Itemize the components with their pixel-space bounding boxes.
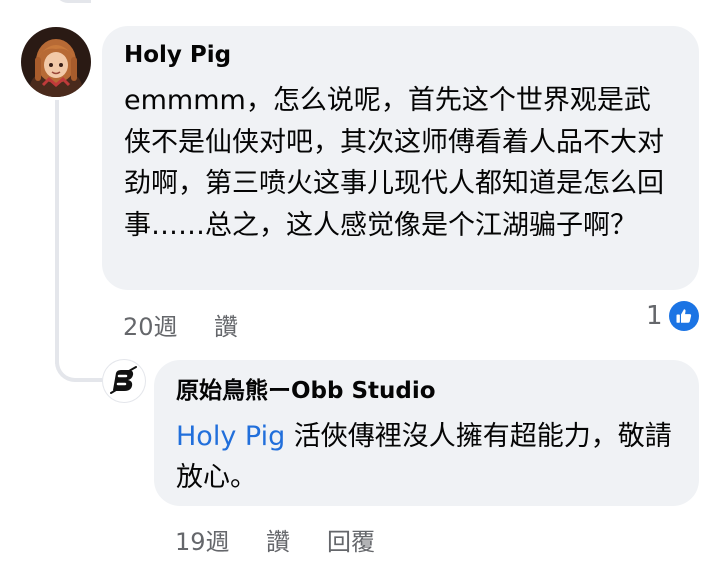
reply-avatar[interactable]	[102, 359, 146, 403]
reply-timestamp[interactable]: 19週	[175, 522, 230, 557]
thread-connector-curve	[55, 340, 103, 382]
comment-author[interactable]: Holy Pig	[124, 40, 677, 70]
comment-text: emmmm，怎么说呢，首先这个世界观是武侠不是仙侠对吧，其次这师傅看着人品不大对…	[124, 85, 664, 241]
profile-picture-icon	[21, 27, 91, 97]
comment-timestamp[interactable]: 20週	[123, 307, 178, 342]
reply-author[interactable]: 原始鳥熊ーObb Studio	[176, 376, 677, 406]
obb-studio-logo-icon	[110, 366, 137, 394]
thread-connector-line	[55, 100, 59, 364]
reply-like-button[interactable]: 讚	[266, 522, 290, 557]
like-thumb-icon[interactable]	[669, 301, 699, 331]
comment-bubble: Holy Pig emmmm，怎么说呢，首先这个世界观是武侠不是仙侠对吧，其次这…	[102, 26, 699, 290]
reply-button[interactable]: 回覆	[327, 522, 375, 557]
reply-bubble: 原始鳥熊ーObb Studio Holy Pig 活俠傳裡沒人擁有超能力，敬請放…	[154, 360, 699, 506]
reaction-count[interactable]: 1	[646, 301, 663, 331]
thread-connector-top	[55, 0, 91, 3]
like-button[interactable]: 讚	[214, 307, 238, 342]
avatar[interactable]	[21, 27, 91, 97]
mention-link[interactable]: Holy Pig	[176, 421, 285, 452]
reply-text-block: Holy Pig 活俠傳裡沒人擁有超能力，敬請放心。	[176, 416, 686, 498]
